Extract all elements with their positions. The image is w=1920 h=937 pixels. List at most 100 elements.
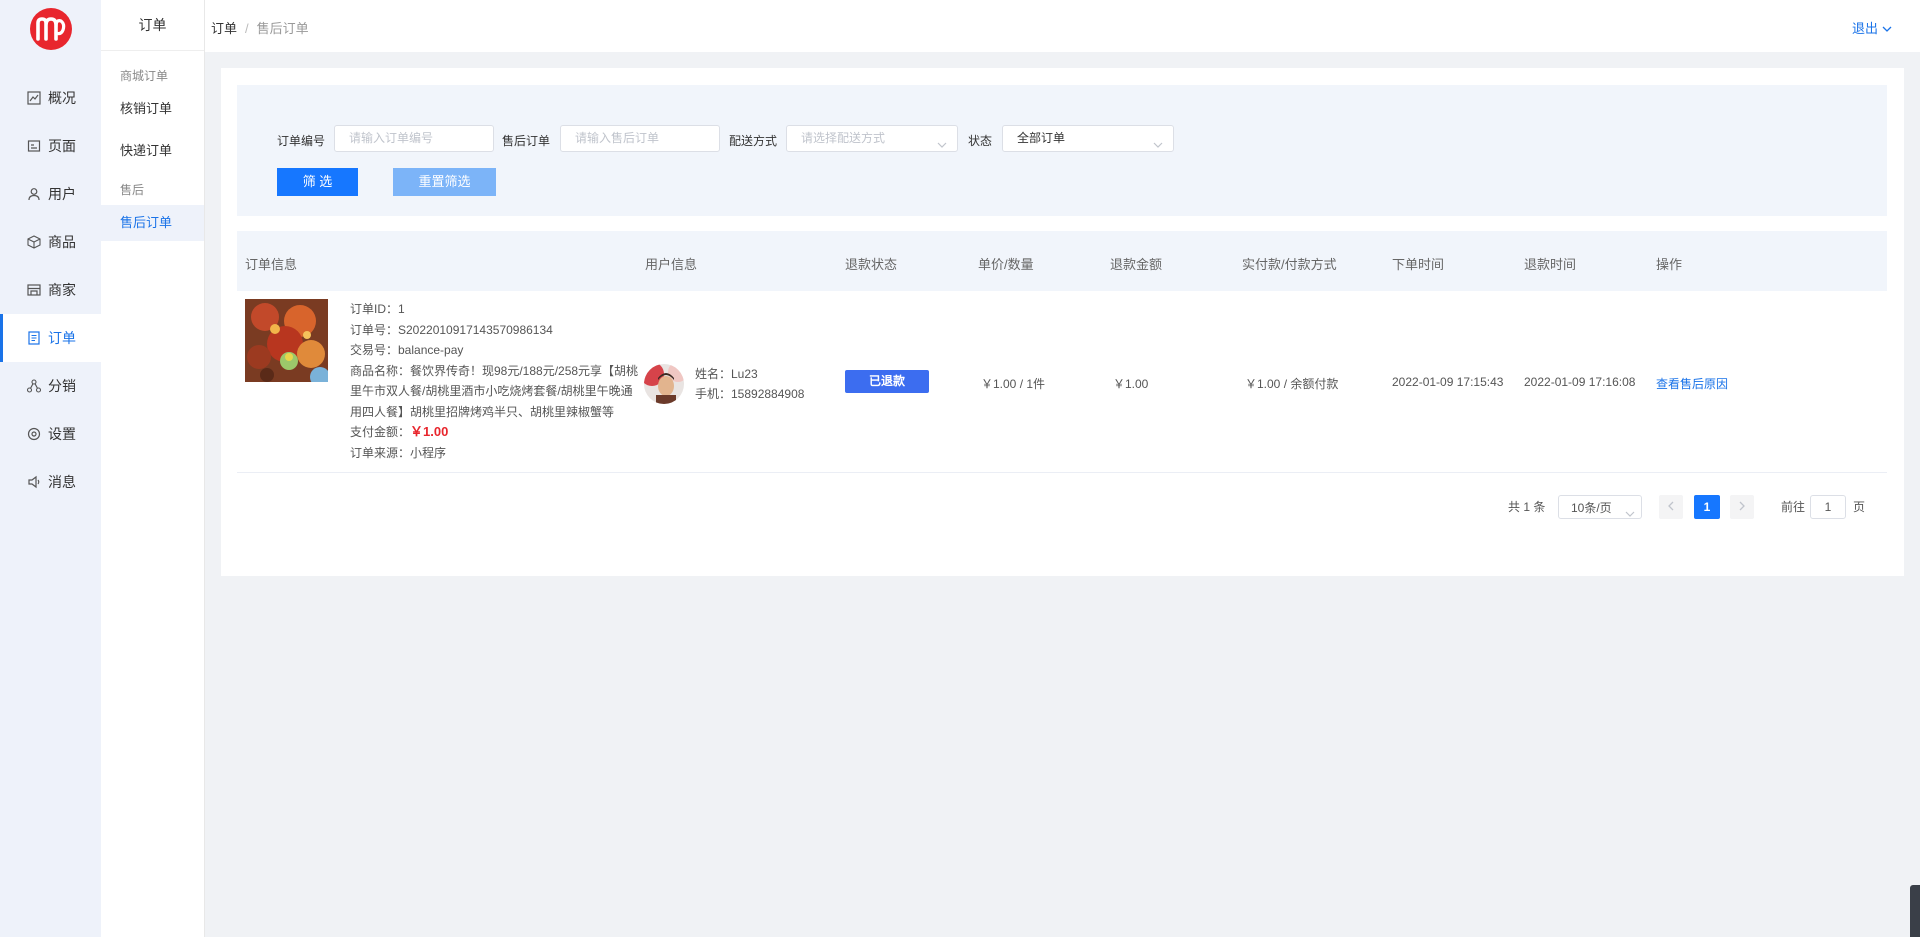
submenu-group-aftersale: 售后 xyxy=(120,183,145,197)
speaker-icon xyxy=(27,475,41,489)
rail-item-merchant[interactable]: 商家 xyxy=(0,266,101,314)
rail-item-page[interactable]: 页面 xyxy=(0,122,101,170)
aftersale-no-input[interactable]: 请输入售后订单 xyxy=(560,125,720,152)
refund-time: 2022-01-09 17:16:08 xyxy=(1524,375,1636,389)
goto-page-input[interactable] xyxy=(1810,495,1846,519)
col-refund-amount: 退款金额 xyxy=(1110,257,1163,272)
order-no-input[interactable]: 请输入订单编号 xyxy=(334,125,494,152)
logo-mark-icon xyxy=(35,17,65,41)
cube-icon xyxy=(27,235,41,249)
rail-item-user[interactable]: 用户 xyxy=(0,170,101,218)
chart-line-icon xyxy=(27,91,41,105)
reset-filter-button[interactable]: 重置筛选 xyxy=(393,168,496,196)
delivery-select[interactable]: 请选择配送方式 xyxy=(786,125,958,152)
pager-total: 共 1 条 xyxy=(1508,500,1546,514)
col-refund-time: 退款时间 xyxy=(1524,257,1577,272)
chevron-down-icon xyxy=(1153,133,1163,158)
rail-item-label: 分销 xyxy=(48,378,76,394)
aftersale-no-label: 售后订单 xyxy=(502,134,551,148)
user-icon xyxy=(27,187,41,201)
user-name: 姓名：Lu23 xyxy=(695,367,758,381)
col-order-info: 订单信息 xyxy=(245,257,298,272)
chevron-down-icon xyxy=(1882,21,1892,36)
rail-item-goods[interactable]: 商品 xyxy=(0,218,101,266)
aftersale-no-placeholder: 请输入售后订单 xyxy=(575,131,660,145)
table-row: 订单ID：1 订单号：S2022010917143570986134 交易号：b… xyxy=(237,291,1887,473)
chevron-left-icon xyxy=(1667,500,1675,514)
page-number-1[interactable]: 1 xyxy=(1694,495,1720,519)
goods-name: 商品名称：餐饮界传奇！现98元/188元/258元享【胡桃里午市双人餐/胡桃里酒… xyxy=(350,363,639,419)
logout-button[interactable]: 退出 xyxy=(1852,18,1892,37)
page-size-select[interactable]: 10条/页 xyxy=(1558,495,1642,519)
page-size-value: 10条/页 xyxy=(1571,501,1612,515)
pay-amount-line: 支付金额：￥1.00 xyxy=(350,422,640,443)
user-phone: 手机：15892884908 xyxy=(695,387,805,401)
rail-item-label: 消息 xyxy=(48,474,76,490)
view-aftersale-reason-link[interactable]: 查看售后原因 xyxy=(1656,375,1728,392)
rail-item-messages[interactable]: 消息 xyxy=(0,458,101,506)
filter-button[interactable]: 筛 选 xyxy=(277,168,358,196)
col-price-qty: 单价/数量 xyxy=(978,257,1034,272)
rail-item-overview[interactable]: 概况 xyxy=(0,74,101,122)
corner-widget xyxy=(1910,885,1920,937)
submenu-item-express-orders[interactable]: 快递订单 xyxy=(101,133,204,169)
share-icon xyxy=(27,379,41,393)
col-paid-method: 实付款/付款方式 xyxy=(1242,257,1337,272)
chevron-down-icon xyxy=(1625,502,1635,526)
rail-item-label: 设置 xyxy=(48,426,76,442)
rail-item-label: 商家 xyxy=(48,282,76,298)
avatar[interactable] xyxy=(644,364,684,404)
rail-item-label: 商品 xyxy=(48,234,76,250)
goto-label: 前往 xyxy=(1781,500,1806,514)
gear-icon xyxy=(27,427,41,441)
next-page-button[interactable] xyxy=(1730,495,1754,519)
status-value: 全部订单 xyxy=(1017,131,1066,145)
pagination: 共 1 条 10条/页 1 前往 页 xyxy=(221,495,1904,523)
submenu-group-mall: 商城订单 xyxy=(120,69,169,83)
goods-thumbnail[interactable] xyxy=(245,299,328,382)
icon-rail: 概况 页面 用户 商品 商家 订单 分销 设置 消息 xyxy=(0,0,101,937)
col-order-time: 下单时间 xyxy=(1392,257,1445,272)
order-source: 订单来源：小程序 xyxy=(350,445,447,460)
status-label: 状态 xyxy=(968,134,993,148)
prev-page-button[interactable] xyxy=(1659,495,1683,519)
store-icon xyxy=(27,283,41,297)
order-id: 订单ID：1 xyxy=(350,302,405,316)
rail-item-order[interactable]: 订单 xyxy=(0,314,101,362)
main-nav: 概况 页面 用户 商品 商家 订单 分销 设置 消息 xyxy=(0,74,101,506)
col-refund-status: 退款状态 xyxy=(845,257,898,272)
user-text: 姓名：Lu23 手机：15892884908 xyxy=(695,364,804,404)
page-unit-label: 页 xyxy=(1853,500,1866,514)
rail-item-label: 用户 xyxy=(48,186,76,202)
refund-status-badge: 已退款 xyxy=(845,370,929,393)
filter-panel: 订单编号 请输入订单编号 售后订单 请输入售后订单 配送方式 请选择配送方式 状… xyxy=(237,85,1887,216)
pay-amount-label: 支付金额： xyxy=(350,425,411,439)
col-user-info: 用户信息 xyxy=(645,257,698,272)
status-select[interactable]: 全部订单 xyxy=(1002,125,1174,152)
rail-item-distribution[interactable]: 分销 xyxy=(0,362,101,410)
delivery-placeholder: 请选择配送方式 xyxy=(801,131,886,145)
paid-amount-method: ￥1.00 / 余额付款 xyxy=(1245,377,1339,391)
order-no-label: 订单编号 xyxy=(277,134,326,148)
brand-logo[interactable] xyxy=(29,8,72,50)
submenu-item-verify-orders[interactable]: 核销订单 xyxy=(101,91,204,127)
order-number: 订单号：S2022010917143570986134 xyxy=(350,322,553,337)
col-action: 操作 xyxy=(1656,257,1683,272)
top-header: 订单 / 售后订单 退出 xyxy=(205,0,1920,52)
order-info-block: 订单ID：1 订单号：S2022010917143570986134 交易号：b… xyxy=(350,299,640,463)
trade-number: 交易号：balance-pay xyxy=(350,343,464,357)
pay-amount: ￥1.00 xyxy=(410,424,449,439)
main-card: 订单编号 请输入订单编号 售后订单 请输入售后订单 配送方式 请选择配送方式 状… xyxy=(221,68,1904,576)
chevron-down-icon xyxy=(937,133,947,158)
refund-amount: ￥1.00 xyxy=(1113,377,1149,391)
rail-item-label: 概况 xyxy=(48,90,76,106)
submenu-item-aftersale-orders[interactable]: 售后订单 xyxy=(101,205,204,241)
sub-nav: 订单 商城订单 核销订单 快递订单 售后 售后订单 xyxy=(101,0,205,937)
submenu-title: 订单 xyxy=(101,0,204,51)
breadcrumb-current: 售后订单 xyxy=(256,21,309,36)
rail-item-settings[interactable]: 设置 xyxy=(0,410,101,458)
breadcrumb: 订单 / 售后订单 xyxy=(211,18,309,37)
table-header: 订单信息 用户信息 退款状态 单价/数量 退款金额 实付款/付款方式 下单时间 … xyxy=(237,231,1887,291)
breadcrumb-root[interactable]: 订单 xyxy=(211,21,237,36)
delivery-label: 配送方式 xyxy=(729,134,778,148)
